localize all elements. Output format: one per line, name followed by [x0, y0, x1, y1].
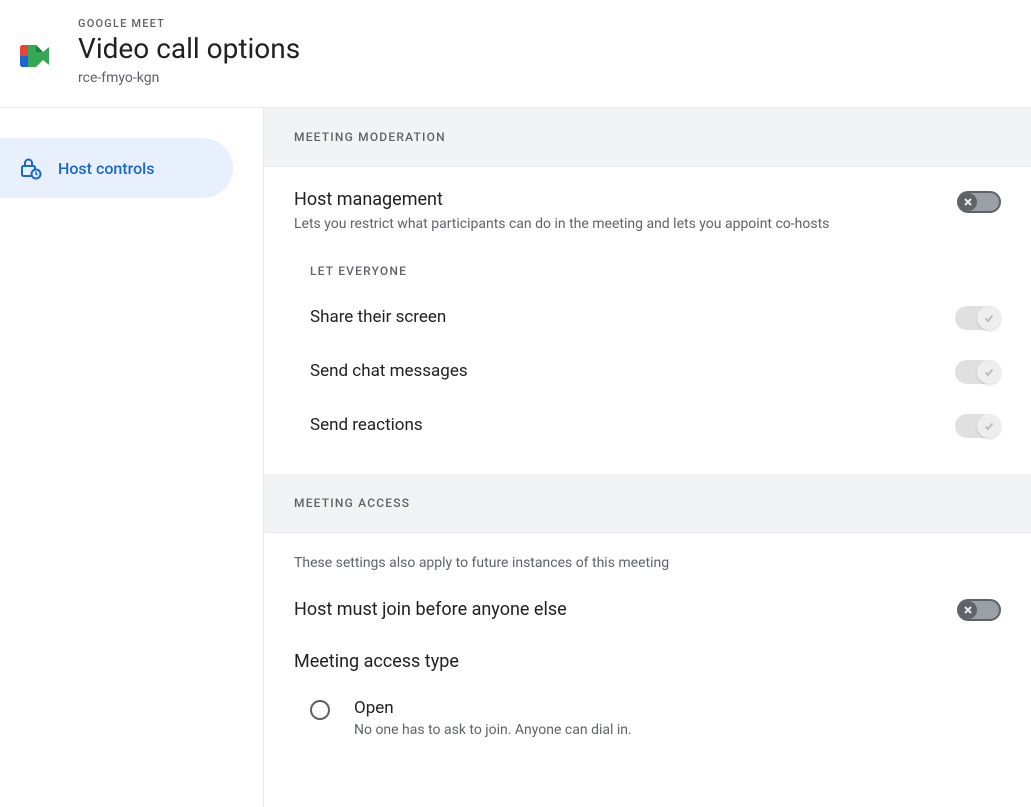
section-header-access: MEETING ACCESS — [264, 474, 1031, 533]
section-header-text: MEETING ACCESS — [294, 496, 1001, 510]
send-chat-row: Send chat messages — [294, 344, 1001, 398]
host-management-desc: Lets you restrict what participants can … — [294, 216, 829, 232]
header-text-block: GOOGLE MEET Video call options rce-fmyo-… — [78, 17, 300, 86]
content-panel: MEETING MODERATION Host management Lets … — [264, 108, 1031, 807]
let-everyone-label: LET EVERYONE — [310, 264, 1001, 278]
moderation-body: Host management Lets you restrict what p… — [264, 167, 1031, 474]
check-icon — [983, 420, 995, 432]
host-management-text: Host management Lets you restrict what p… — [294, 189, 829, 232]
page-title: Video call options — [78, 32, 300, 66]
share-screen-row: Share their screen — [294, 290, 1001, 344]
send-chat-label: Send chat messages — [310, 361, 468, 381]
radio-open-desc: No one has to ask to join. Anyone can di… — [354, 722, 632, 738]
section-header-text: MEETING MODERATION — [294, 130, 1001, 144]
share-screen-toggle[interactable] — [955, 306, 1001, 330]
meet-icon — [18, 44, 50, 68]
host-must-join-row: Host must join before anyone else — [264, 591, 1031, 647]
toggle-thumb — [977, 360, 1001, 384]
sidebar: Host controls — [0, 108, 264, 807]
access-type-open-row[interactable]: Open No one has to ask to join. Anyone c… — [264, 686, 1031, 750]
toggle-thumb — [959, 193, 977, 211]
main-layout: Host controls MEETING MODERATION Host ma… — [0, 108, 1031, 807]
host-management-toggle[interactable] — [957, 191, 1001, 213]
share-screen-label: Share their screen — [310, 307, 446, 327]
host-must-join-title: Host must join before anyone else — [294, 599, 567, 620]
send-reactions-row: Send reactions — [294, 398, 1001, 452]
send-reactions-label: Send reactions — [310, 415, 423, 435]
x-icon — [963, 197, 973, 207]
page-header: GOOGLE MEET Video call options rce-fmyo-… — [0, 0, 1031, 108]
radio-open-labels: Open No one has to ask to join. Anyone c… — [354, 698, 632, 738]
sidebar-item-host-controls[interactable]: Host controls — [0, 138, 233, 198]
access-info-text: These settings also apply to future inst… — [264, 533, 1031, 591]
x-icon — [963, 605, 973, 615]
sidebar-item-label: Host controls — [58, 159, 154, 178]
meeting-id: rce-fmyo-kgn — [78, 70, 300, 86]
host-must-join-toggle[interactable] — [957, 599, 1001, 621]
section-header-moderation: MEETING MODERATION — [264, 108, 1031, 167]
radio-open-title: Open — [354, 698, 632, 718]
toggle-thumb — [977, 414, 1001, 438]
toggle-thumb — [959, 601, 977, 619]
app-name: GOOGLE MEET — [78, 17, 300, 30]
google-meet-logo — [18, 44, 50, 68]
host-management-row: Host management Lets you restrict what p… — [294, 189, 1001, 232]
meeting-access-type-title: Meeting access type — [264, 647, 1031, 686]
toggle-thumb — [977, 306, 1001, 330]
radio-open[interactable] — [310, 700, 330, 720]
send-chat-toggle[interactable] — [955, 360, 1001, 384]
send-reactions-toggle[interactable] — [955, 414, 1001, 438]
check-icon — [983, 366, 995, 378]
host-management-title: Host management — [294, 189, 829, 210]
lock-settings-icon — [18, 156, 42, 180]
check-icon — [983, 312, 995, 324]
